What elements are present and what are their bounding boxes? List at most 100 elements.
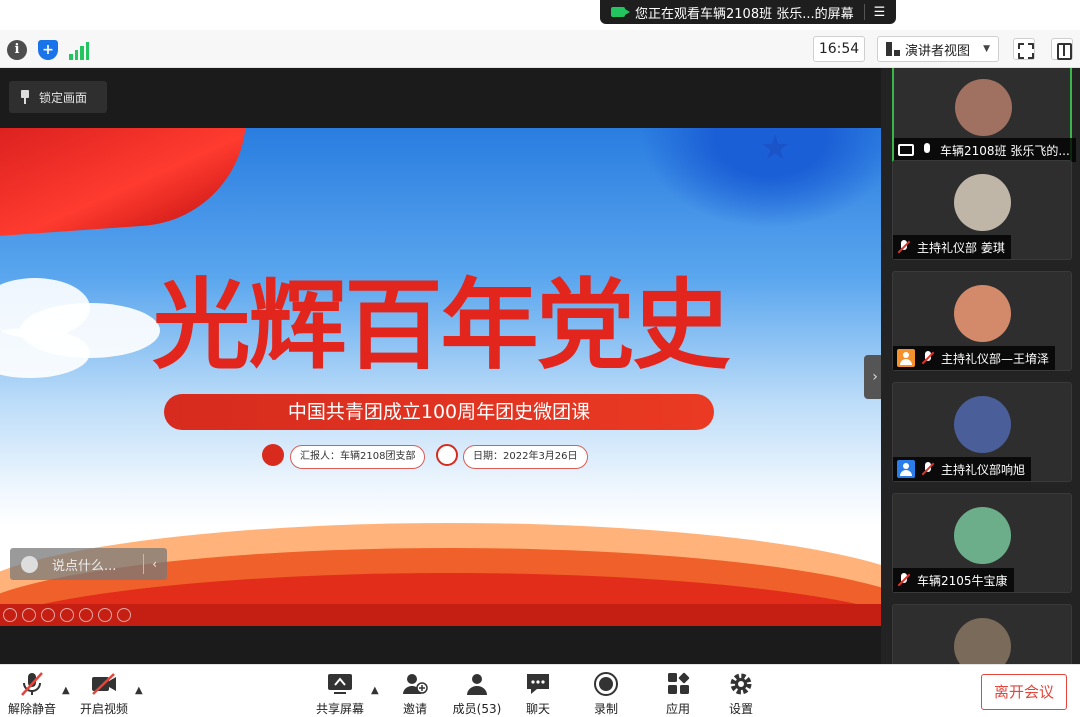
date-label: 日期：2022年3月26日 bbox=[463, 445, 588, 469]
user-icon bbox=[897, 349, 915, 367]
record-button[interactable]: 录制 bbox=[586, 667, 626, 717]
chevron-left-icon[interactable]: ‹ bbox=[152, 557, 157, 571]
emoji-icon[interactable] bbox=[21, 555, 38, 573]
meeting-clock: 16:54 bbox=[813, 36, 865, 62]
avatar bbox=[954, 618, 1011, 664]
slide-title: 光辉百年党史 bbox=[152, 269, 730, 383]
participant-name: 车辆2108班 张乐飞的... bbox=[940, 143, 1070, 158]
record-label: 录制 bbox=[593, 702, 618, 716]
chat-icon bbox=[524, 671, 552, 697]
participant-tile[interactable]: 主持礼仪部 姜琪 bbox=[892, 160, 1072, 260]
signal-icon[interactable] bbox=[69, 40, 89, 60]
subtitle-icon[interactable] bbox=[98, 608, 112, 622]
shield-icon[interactable]: + bbox=[38, 40, 58, 60]
apps-label: 应用 bbox=[665, 702, 690, 716]
slide-controls bbox=[3, 608, 131, 622]
microphone-icon bbox=[920, 143, 934, 157]
more-icon[interactable] bbox=[117, 608, 131, 622]
share-screen-label: 共享屏幕 bbox=[315, 702, 364, 716]
speaker-view-icon bbox=[886, 42, 900, 56]
panel-toggle-icon[interactable] bbox=[1051, 38, 1073, 60]
apps-button[interactable]: 应用 bbox=[658, 667, 698, 717]
chevron-up-icon[interactable]: ▲ bbox=[62, 685, 70, 696]
sharing-banner[interactable]: 您正在观看车辆2108班 张乐...的屏幕 ☰ bbox=[600, 0, 896, 24]
participant-name: 主持礼仪部—王堉泽 bbox=[941, 351, 1050, 366]
view-mode-label: 演讲者视图 bbox=[905, 43, 971, 59]
microphone-icon bbox=[262, 444, 284, 466]
chevron-down-icon: ▼ bbox=[983, 44, 990, 54]
chevron-up-icon[interactable]: ▲ bbox=[371, 685, 379, 696]
microphone-muted-icon bbox=[921, 462, 935, 476]
microphone-muted-icon bbox=[921, 351, 935, 365]
share-screen-button[interactable]: 共享屏幕 bbox=[312, 667, 368, 717]
chat-button[interactable]: 聊天 bbox=[518, 667, 558, 717]
meeting-toolbar: 解除静音 ▲ 开启视频 ▲ 共享屏幕 ▲ 邀请 成员(53) 聊天 录制 应用 … bbox=[0, 664, 1080, 717]
participant-name-bar: 车辆2108班 张乐飞的... bbox=[894, 138, 1076, 162]
lock-view-button[interactable]: 锁定画面 bbox=[9, 81, 107, 113]
participant-name: 主持礼仪部响旭 bbox=[941, 462, 1026, 477]
next-icon[interactable] bbox=[22, 608, 36, 622]
apps-icon bbox=[664, 671, 692, 697]
record-icon bbox=[592, 671, 620, 697]
avatar bbox=[954, 285, 1011, 342]
chat-divider bbox=[143, 554, 145, 574]
star-icon: ★ bbox=[760, 128, 791, 168]
gear-icon bbox=[727, 671, 755, 697]
slide-subtitle: 中国共青团成立100周年团史微团课 bbox=[164, 394, 714, 430]
unmute-label: 解除静音 bbox=[7, 702, 56, 716]
zoom-icon[interactable] bbox=[79, 608, 93, 622]
members-label: 成员(53) bbox=[452, 702, 502, 716]
grid-icon[interactable] bbox=[60, 608, 74, 622]
menu-icon[interactable]: ☰ bbox=[874, 5, 886, 20]
participant-name: 车辆2105牛宝康 bbox=[917, 573, 1008, 588]
view-mode-select[interactable]: 演讲者视图 ▼ bbox=[877, 36, 999, 62]
participant-tile[interactable]: 主持礼仪部—王堉泽 bbox=[892, 271, 1072, 371]
info-icon[interactable]: i bbox=[7, 40, 27, 60]
add-user-icon bbox=[401, 671, 429, 697]
participant-tile[interactable]: 车辆2108班 张乐飞的... bbox=[892, 68, 1076, 164]
avatar bbox=[954, 396, 1011, 453]
participant-tile[interactable] bbox=[892, 604, 1072, 664]
chat-label: 聊天 bbox=[525, 702, 550, 716]
pen-icon[interactable] bbox=[41, 608, 55, 622]
settings-button[interactable]: 设置 bbox=[721, 667, 761, 717]
microphone-muted-icon bbox=[897, 240, 911, 254]
red-flag-graphic bbox=[0, 128, 254, 238]
sharing-banner-text: 您正在观看车辆2108班 张乐...的屏幕 bbox=[635, 6, 854, 22]
chat-placeholder: 说点什么... bbox=[52, 558, 117, 574]
top-bar: i + 16:54 演讲者视图 ▼ bbox=[0, 30, 1080, 68]
prev-icon[interactable] bbox=[3, 608, 17, 622]
settings-label: 设置 bbox=[728, 702, 753, 716]
start-video-label: 开启视频 bbox=[79, 702, 128, 716]
microphone-muted-icon bbox=[18, 671, 46, 697]
clock-icon bbox=[436, 444, 458, 466]
members-button[interactable]: 成员(53) bbox=[448, 667, 506, 717]
fullscreen-icon[interactable] bbox=[1013, 38, 1035, 60]
chevron-up-icon[interactable]: ▲ bbox=[135, 685, 143, 696]
participant-name: 主持礼仪部 姜琪 bbox=[917, 240, 1005, 255]
members-icon bbox=[463, 671, 491, 697]
slide-bottom-band bbox=[0, 604, 881, 626]
quick-chat-input[interactable]: 说点什么... ‹ bbox=[10, 548, 167, 580]
participant-name-bar: 主持礼仪部 姜琪 bbox=[893, 235, 1011, 259]
participant-tile[interactable]: 车辆2105牛宝康 bbox=[892, 493, 1072, 593]
video-off-icon bbox=[90, 671, 118, 697]
participants-panel: 车辆2108班 张乐飞的... 主持礼仪部 姜琪 主持礼仪部—王堉泽 主持礼仪部… bbox=[881, 68, 1080, 664]
avatar bbox=[955, 79, 1012, 136]
start-video-button[interactable]: 开启视频 bbox=[76, 667, 132, 717]
user-icon bbox=[897, 460, 915, 478]
participant-name-bar: 车辆2105牛宝康 bbox=[893, 568, 1014, 592]
invite-label: 邀请 bbox=[402, 702, 427, 716]
avatar bbox=[954, 174, 1011, 231]
participant-name-bar: 主持礼仪部—王堉泽 bbox=[893, 346, 1056, 370]
leave-meeting-button[interactable]: 离开会议 bbox=[981, 674, 1067, 710]
pin-icon bbox=[20, 90, 30, 104]
invite-button[interactable]: 邀请 bbox=[393, 667, 437, 717]
participant-name-bar: 主持礼仪部响旭 bbox=[893, 457, 1032, 481]
unmute-button[interactable]: 解除静音 bbox=[6, 667, 58, 717]
reporter-label: 汇报人：车辆2108团支部 bbox=[290, 445, 426, 469]
avatar bbox=[954, 507, 1011, 564]
share-screen-icon bbox=[326, 671, 354, 697]
screen-share-icon bbox=[898, 144, 914, 156]
participant-tile[interactable]: 主持礼仪部响旭 bbox=[892, 382, 1072, 482]
